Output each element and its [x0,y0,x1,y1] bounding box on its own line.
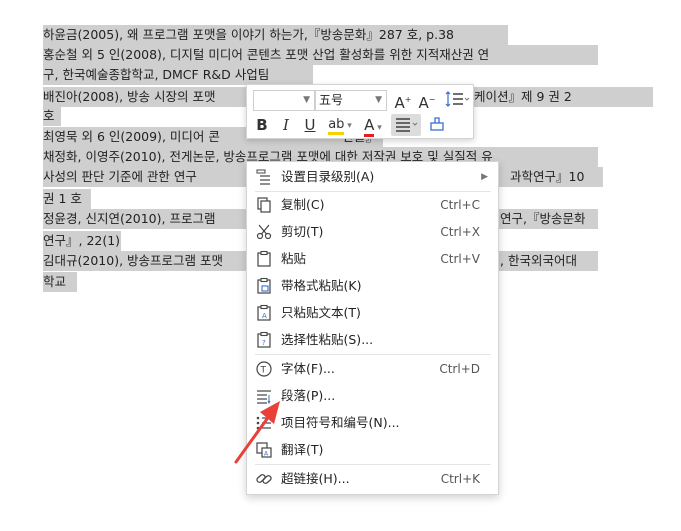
menu-item-label: 剪切(T) [281,224,324,239]
menu-item-label: 带格式粘贴(K) [281,278,362,293]
context-menu: 设置目录级别(A) ▶ 复制(C) Ctrl+C 剪切(T) Ctrl+X 粘贴… [246,161,499,495]
menu-item-font[interactable]: T 字体(F)... Ctrl+D [247,356,498,382]
copy-icon [257,197,271,213]
chevron-down-icon: ▼ [303,95,310,105]
paste-icon [257,250,271,267]
line-spacing-icon [445,91,470,107]
chevron-down-icon: ▼ [375,95,382,105]
menu-item-label: 设置目录级别(A) [281,169,375,184]
bold-button[interactable]: B [251,114,273,136]
shrink-font-button[interactable]: A− [417,89,437,112]
font-size-select[interactable]: 五号 ▼ [315,90,387,111]
menu-item-paste-with-format[interactable]: 带格式粘贴(K) [247,273,498,299]
paste-special-icon: ? [257,331,271,348]
highlight-button[interactable]: ab ▾ [323,114,357,136]
doc-line-13[interactable]: 학교 [43,272,77,292]
paragraph-icon [257,390,271,405]
menu-item-label: 字体(F)... [281,361,335,376]
toc-level-icon [256,169,270,185]
menu-item-paste[interactable]: 粘贴 Ctrl+V [247,246,498,272]
svg-text:?: ? [262,339,266,347]
menu-item-paragraph[interactable]: 段落(P)... [247,383,498,409]
menu-item-label: 只粘贴文本(T) [281,305,361,320]
font-color-icon: A [364,116,375,137]
menu-item-bullets-numbering[interactable]: 项目符号和编号(N)... [247,410,498,436]
menu-separator [255,354,491,355]
menu-item-shortcut: Ctrl+K [440,472,480,486]
format-painter-icon [430,117,444,131]
menu-separator [255,464,491,465]
doc-line-10-tail[interactable]: 연구,『방송문화 [500,209,586,229]
doc-line-9[interactable]: 권 1 호 [43,189,91,209]
menu-item-label: 粘贴 [281,251,307,266]
font-icon: T [256,361,272,377]
mini-format-toolbar: ▼ 五号 ▼ A+ A− B I U ab ▾ A ▾ [246,84,474,139]
paste-text-only-icon: A [257,304,271,321]
scissors-icon [256,224,272,240]
menu-item-paste-text-only[interactable]: A 只粘贴文本(T) [247,300,498,326]
doc-line-5[interactable]: 호 [43,106,61,126]
doc-line-2[interactable]: 홍순철 외 5 인(2008), 디지털 미디어 콘텐츠 포맷 산업 활성화를 … [43,45,598,65]
font-name-select[interactable]: ▼ [253,90,315,111]
menu-item-label: 选择性粘贴(S)... [281,332,374,347]
svg-text:T: T [260,366,267,376]
menu-item-hyperlink[interactable]: 超链接(H)... Ctrl+K [247,466,498,492]
doc-line-11[interactable]: 연구』, 22(1) [43,231,121,251]
menu-item-set-toc-level[interactable]: 设置目录级别(A) ▶ [247,164,498,190]
link-icon [256,474,272,484]
grow-font-icon: A [394,94,405,112]
shrink-font-icon: A [418,94,429,112]
paste-keep-format-icon [257,277,271,294]
svg-text:A: A [262,312,267,320]
underline-button[interactable]: U [299,114,321,136]
submenu-arrow-icon: ▶ [481,172,488,182]
doc-line-3[interactable]: 구, 한국예술종합학교, DMCF R&D 사업팀 [43,65,313,85]
bold-icon: B [256,116,268,134]
menu-item-label: 段落(P)... [281,388,336,403]
menu-item-label: 超链接(H)... [281,471,350,486]
menu-item-cut[interactable]: 剪切(T) Ctrl+X [247,219,498,245]
menu-item-label: 项目符号和编号(N)... [281,415,400,430]
menu-item-shortcut: Ctrl+D [439,362,480,376]
doc-line-8-tail[interactable]: 과학연구』10 [510,167,585,187]
menu-item-shortcut: Ctrl+X [440,225,480,239]
alignment-button[interactable] [391,114,421,136]
italic-icon: I [283,116,289,134]
menu-item-shortcut: Ctrl+C [440,198,480,212]
menu-item-label: 复制(C) [281,197,325,212]
line-spacing-button[interactable] [443,89,471,111]
menu-item-shortcut: Ctrl+V [440,252,480,266]
font-size-value: 五号 [319,93,344,107]
underline-icon: U [304,116,316,134]
align-justify-icon [396,118,418,132]
grow-font-button[interactable]: A+ [393,89,413,112]
highlight-icon: ab [328,117,345,135]
font-color-button[interactable]: A ▾ [359,114,387,137]
doc-line-4-tail[interactable]: 케이션』제 9 권 2 [474,87,572,107]
format-painter-button[interactable] [425,114,449,136]
menu-item-translate[interactable]: A 翻译(T) [247,437,498,463]
menu-item-paste-special[interactable]: ? 选择性粘贴(S)... [247,327,498,353]
bullet-list-icon [256,416,271,430]
doc-line-1[interactable]: 하윤금(2005), 왜 프로그램 포맷을 이야기 하는가,『방송문화』287 … [43,25,508,45]
italic-button[interactable]: I [275,114,297,136]
menu-item-label: 翻译(T) [281,442,324,457]
translate-icon: A [256,442,272,458]
menu-item-copy[interactable]: 复制(C) Ctrl+C [247,192,498,218]
doc-line-12-tail[interactable]: , 한국외국어대 [500,251,577,271]
